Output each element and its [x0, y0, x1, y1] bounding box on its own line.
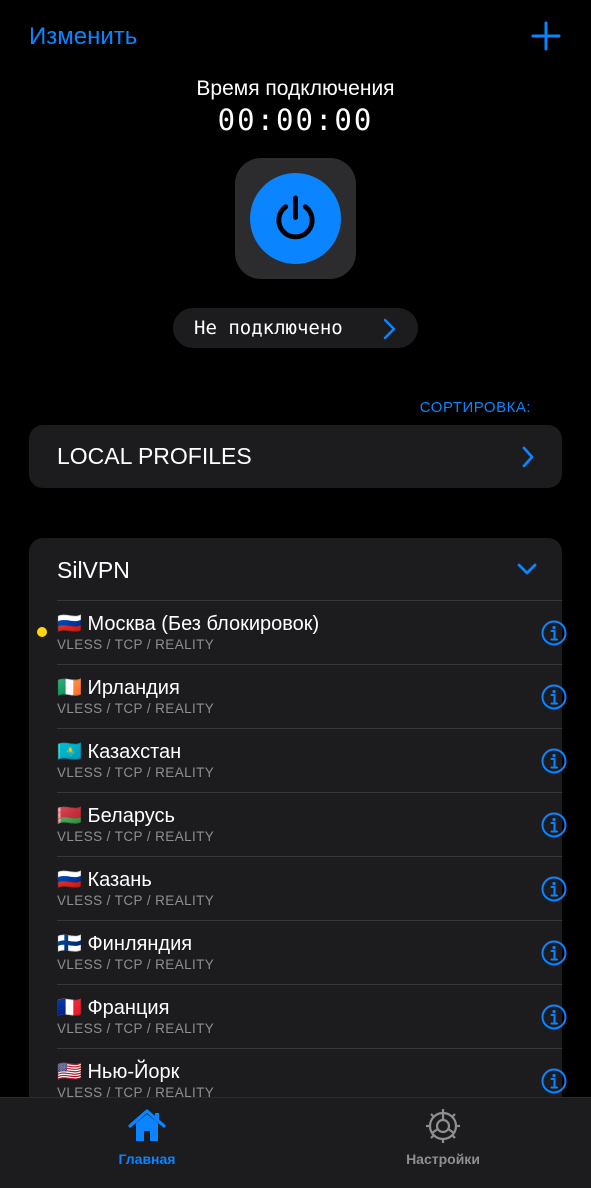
chevron-right-icon	[380, 318, 398, 340]
info-icon[interactable]	[541, 748, 567, 774]
active-server-indicator	[37, 627, 47, 637]
server-protocol: VLESS / TCP / REALITY	[57, 637, 215, 652]
server-row[interactable]: 🇷🇺 Москва (Без блокировок) VLESS / TCP /…	[57, 600, 567, 664]
server-protocol: VLESS / TCP / REALITY	[57, 1021, 215, 1036]
local-profiles-title: LOCAL PROFILES	[57, 443, 252, 469]
server-row[interactable]: 🇧🇾 Беларусь VLESS / TCP / REALITY	[57, 792, 567, 856]
server-protocol: VLESS / TCP / REALITY	[57, 829, 215, 844]
gear-icon	[423, 1106, 463, 1146]
chevron-right-icon	[520, 445, 536, 469]
server-group-header[interactable]: SilVPN	[29, 538, 562, 600]
info-icon[interactable]	[541, 1068, 567, 1094]
plus-icon[interactable]	[530, 20, 562, 52]
server-name: 🇷🇺 Казань	[57, 869, 152, 891]
edit-button[interactable]: Изменить	[29, 21, 137, 53]
connection-timer: 00:00:00	[217, 103, 374, 137]
chevron-down-icon[interactable]	[516, 562, 538, 576]
tab-home[interactable]: Главная	[47, 1098, 247, 1188]
connection-status-text: Не подключено	[194, 317, 343, 339]
server-row[interactable]: 🇰🇿 Казахстан VLESS / TCP / REALITY	[57, 728, 567, 792]
tab-settings-label: Настройки	[406, 1151, 480, 1167]
server-protocol: VLESS / TCP / REALITY	[57, 701, 215, 716]
power-button[interactable]	[235, 158, 356, 279]
server-name: 🇷🇺 Москва (Без блокировок)	[57, 613, 320, 635]
local-profiles-row[interactable]: LOCAL PROFILES	[29, 425, 562, 488]
server-name: 🇫🇮 Финляндия	[57, 933, 193, 955]
server-list: 🇷🇺 Москва (Без блокировок) VLESS / TCP /…	[29, 600, 567, 1112]
server-protocol: VLESS / TCP / REALITY	[57, 893, 215, 908]
connection-time-label: Время подключения	[196, 77, 395, 100]
server-row[interactable]: 🇷🇺 Казань VLESS / TCP / REALITY	[57, 856, 567, 920]
server-row[interactable]: 🇮🇪 Ирландия VLESS / TCP / REALITY	[57, 664, 567, 728]
info-icon[interactable]	[541, 684, 567, 710]
info-icon[interactable]	[541, 1004, 567, 1030]
server-row[interactable]: 🇫🇷 Франция VLESS / TCP / REALITY	[57, 984, 567, 1048]
sort-button[interactable]: СОРТИРОВКА:	[420, 398, 531, 418]
info-icon[interactable]	[541, 620, 567, 646]
server-name: 🇫🇷 Франция	[57, 997, 170, 1019]
house-icon	[127, 1106, 167, 1146]
tab-home-label: Главная	[118, 1151, 176, 1167]
tab-bar: Главная Настройки	[0, 1097, 591, 1188]
server-protocol: VLESS / TCP / REALITY	[57, 765, 215, 780]
server-row[interactable]: 🇫🇮 Финляндия VLESS / TCP / REALITY	[57, 920, 567, 984]
server-protocol: VLESS / TCP / REALITY	[57, 957, 215, 972]
app-screen: Изменить Время подключения 00:00:00 Не п…	[0, 0, 591, 1188]
info-icon[interactable]	[541, 940, 567, 966]
info-icon[interactable]	[541, 876, 567, 902]
server-name: 🇰🇿 Казахстан	[57, 741, 182, 763]
server-name: 🇺🇸 Нью-Йорк	[57, 1061, 180, 1083]
server-group-card: SilVPN 🇷🇺 Москва (Без блокировок) VLESS …	[29, 538, 567, 1188]
info-icon[interactable]	[541, 812, 567, 838]
server-name: 🇮🇪 Ирландия	[57, 677, 180, 699]
power-icon	[250, 173, 341, 264]
tab-settings[interactable]: Настройки	[343, 1098, 543, 1188]
server-group-title: SilVPN	[57, 557, 130, 583]
server-name: 🇧🇾 Беларусь	[57, 805, 175, 827]
